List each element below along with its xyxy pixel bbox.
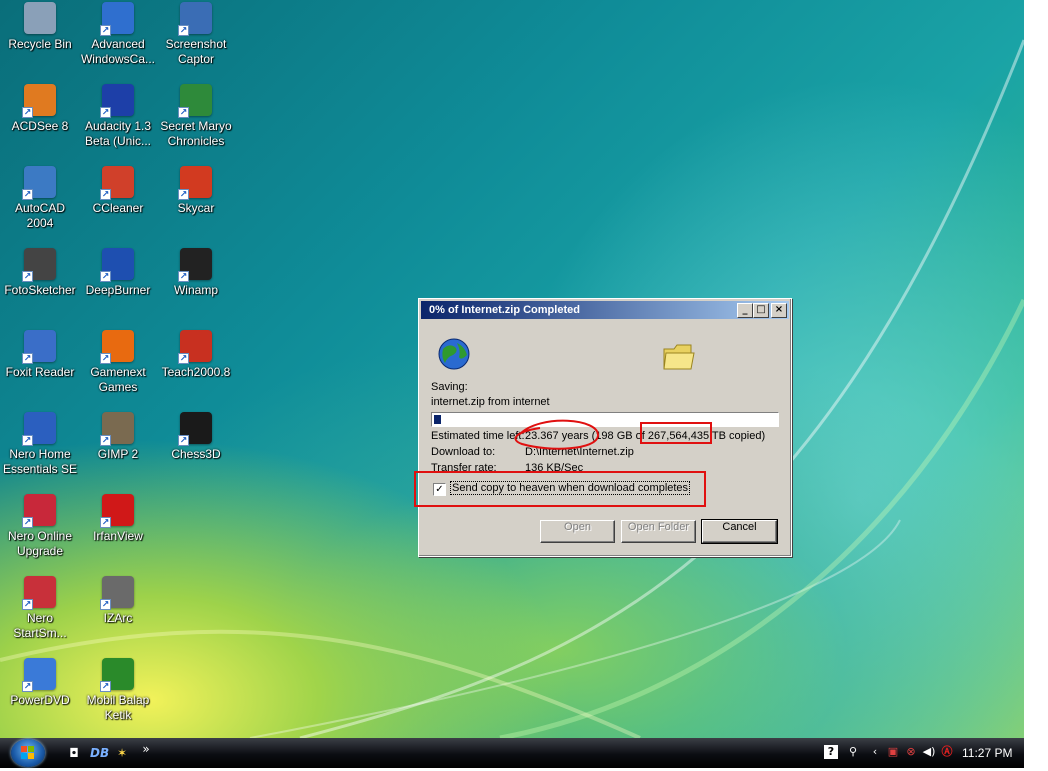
- taskbar[interactable]: ◘ DB ✶ » ? ⚲ ‹ ▣ ⊗ ◀) Ⓐ 11:27 PM: [0, 738, 1024, 768]
- shield-icon[interactable]: ⊗: [904, 745, 918, 759]
- volume-icon[interactable]: ◀): [922, 745, 936, 759]
- camera-icon[interactable]: ◘: [66, 745, 82, 761]
- annotation-box-tb: [640, 422, 712, 444]
- star-icon[interactable]: ✶: [114, 745, 130, 761]
- start-button[interactable]: [11, 739, 45, 767]
- quick-launch-more[interactable]: »: [138, 741, 154, 757]
- help-icon[interactable]: ?: [824, 745, 838, 759]
- chevron-left-icon[interactable]: ‹: [868, 745, 882, 759]
- windows-logo-icon: [21, 746, 34, 759]
- antivirus-icon[interactable]: Ⓐ: [940, 745, 954, 759]
- red-annotations: [414, 419, 712, 507]
- clock[interactable]: 11:27 PM: [962, 746, 1012, 760]
- network-icon[interactable]: ⚲: [846, 745, 860, 759]
- desktop[interactable]: Recycle Bin ↗ Advanced WindowsCa... ↗ Screen…: [0, 0, 1024, 738]
- annotation-ellipse: [514, 419, 600, 450]
- annotation-box-checkbox: [414, 471, 706, 507]
- deepburner-icon[interactable]: DB: [90, 745, 109, 761]
- monitor-icon[interactable]: ▣: [886, 745, 900, 759]
